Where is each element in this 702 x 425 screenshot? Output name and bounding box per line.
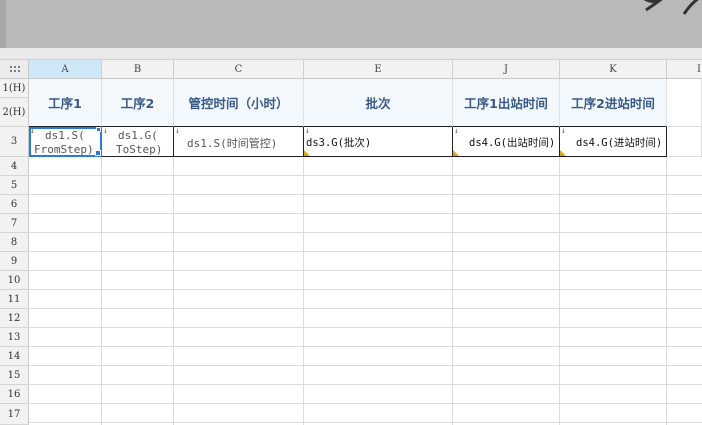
- cell-text-line1: ds1.S(: [45, 129, 85, 142]
- grid-dots-icon: [9, 65, 20, 74]
- data-cell-a3[interactable]: ↓ ds1.S( FromStep): [29, 127, 102, 157]
- header-cell-step1[interactable]: 工序1: [29, 79, 102, 127]
- column-header-k[interactable]: K: [560, 60, 667, 79]
- expand-down-icon: ↓: [561, 127, 566, 135]
- column-header-b[interactable]: B: [102, 60, 174, 79]
- cell-text-line2: ToStep): [116, 143, 163, 156]
- row-header[interactable]: 12: [0, 309, 29, 328]
- row-header[interactable]: 6: [0, 195, 29, 214]
- data-cell-empty[interactable]: [667, 127, 702, 157]
- cell-text-line2: FromStep): [34, 143, 94, 156]
- cell-text-line1: ds1.G(: [118, 129, 158, 142]
- fill-handle[interactable]: [95, 150, 101, 156]
- toolbar-strip: [0, 48, 702, 60]
- column-header-a[interactable]: A: [29, 60, 102, 79]
- header-cell-step1-out-time[interactable]: 工序1出站时间: [453, 79, 560, 127]
- data-cell-k3[interactable]: ↓ ds4.G(进站时间): [560, 127, 667, 157]
- banner-edge: [0, 0, 6, 48]
- row-header[interactable]: 7: [0, 214, 29, 233]
- expand-down-icon: ↓: [305, 127, 310, 135]
- empty-cells-area[interactable]: [29, 157, 702, 425]
- row-header[interactable]: 8: [0, 233, 29, 252]
- header-cell-control-time[interactable]: 管控时间（小时）: [174, 79, 304, 127]
- corner-marker: [560, 150, 566, 156]
- cell-text: ds4.G(进站时间): [576, 137, 663, 149]
- header-cell-step2-in-time[interactable]: 工序2进站时间: [560, 79, 667, 127]
- row-header[interactable]: 9: [0, 252, 29, 271]
- cell-text: ds4.G(出站时间): [469, 137, 556, 149]
- cell-text: ds1.S(时间管控): [187, 137, 278, 150]
- watermark-logo-icon: [632, 0, 702, 22]
- data-cell-b3[interactable]: ↓ ds1.G( ToStep): [102, 127, 174, 157]
- column-header-c[interactable]: C: [174, 60, 304, 79]
- row-header[interactable]: 1(H): [0, 79, 29, 98]
- corner-marker: [453, 150, 459, 156]
- column-header-i[interactable]: I: [667, 60, 702, 79]
- cell-text: ds3.G(批次): [306, 137, 372, 149]
- expand-down-icon: ↓: [103, 127, 108, 135]
- corner-handle[interactable]: [96, 127, 101, 132]
- row-header[interactable]: 11: [0, 290, 29, 309]
- data-cell-j3[interactable]: ↓ ds4.G(出站时间): [453, 127, 560, 157]
- data-cell-c3[interactable]: ↓ ds1.S(时间管控): [174, 127, 304, 157]
- header-cell-batch[interactable]: 批次: [304, 79, 453, 127]
- row-header[interactable]: 15: [0, 366, 29, 385]
- header-cell-step2[interactable]: 工序2: [102, 79, 174, 127]
- row-header[interactable]: 10: [0, 271, 29, 290]
- expand-down-icon: ↓: [454, 127, 459, 135]
- row-header[interactable]: 3: [0, 127, 29, 157]
- column-header-e[interactable]: E: [304, 60, 453, 79]
- expand-down-icon: ↓: [175, 127, 180, 135]
- data-cell-e3[interactable]: ↓ ds3.G(批次): [304, 127, 453, 157]
- row-header[interactable]: 5: [0, 176, 29, 195]
- column-header-j[interactable]: J: [453, 60, 560, 79]
- header-cell-empty[interactable]: [667, 79, 702, 127]
- select-all-corner[interactable]: [0, 60, 29, 79]
- expand-down-icon: ↓: [30, 127, 35, 135]
- row-header[interactable]: 16: [0, 385, 29, 404]
- row-header[interactable]: 14: [0, 347, 29, 366]
- top-banner: [0, 0, 702, 48]
- row-header[interactable]: 4: [0, 157, 29, 176]
- row-header[interactable]: 13: [0, 328, 29, 347]
- row-header[interactable]: 2(H): [0, 98, 29, 127]
- row-header[interactable]: 17: [0, 404, 29, 425]
- corner-marker: [304, 150, 310, 156]
